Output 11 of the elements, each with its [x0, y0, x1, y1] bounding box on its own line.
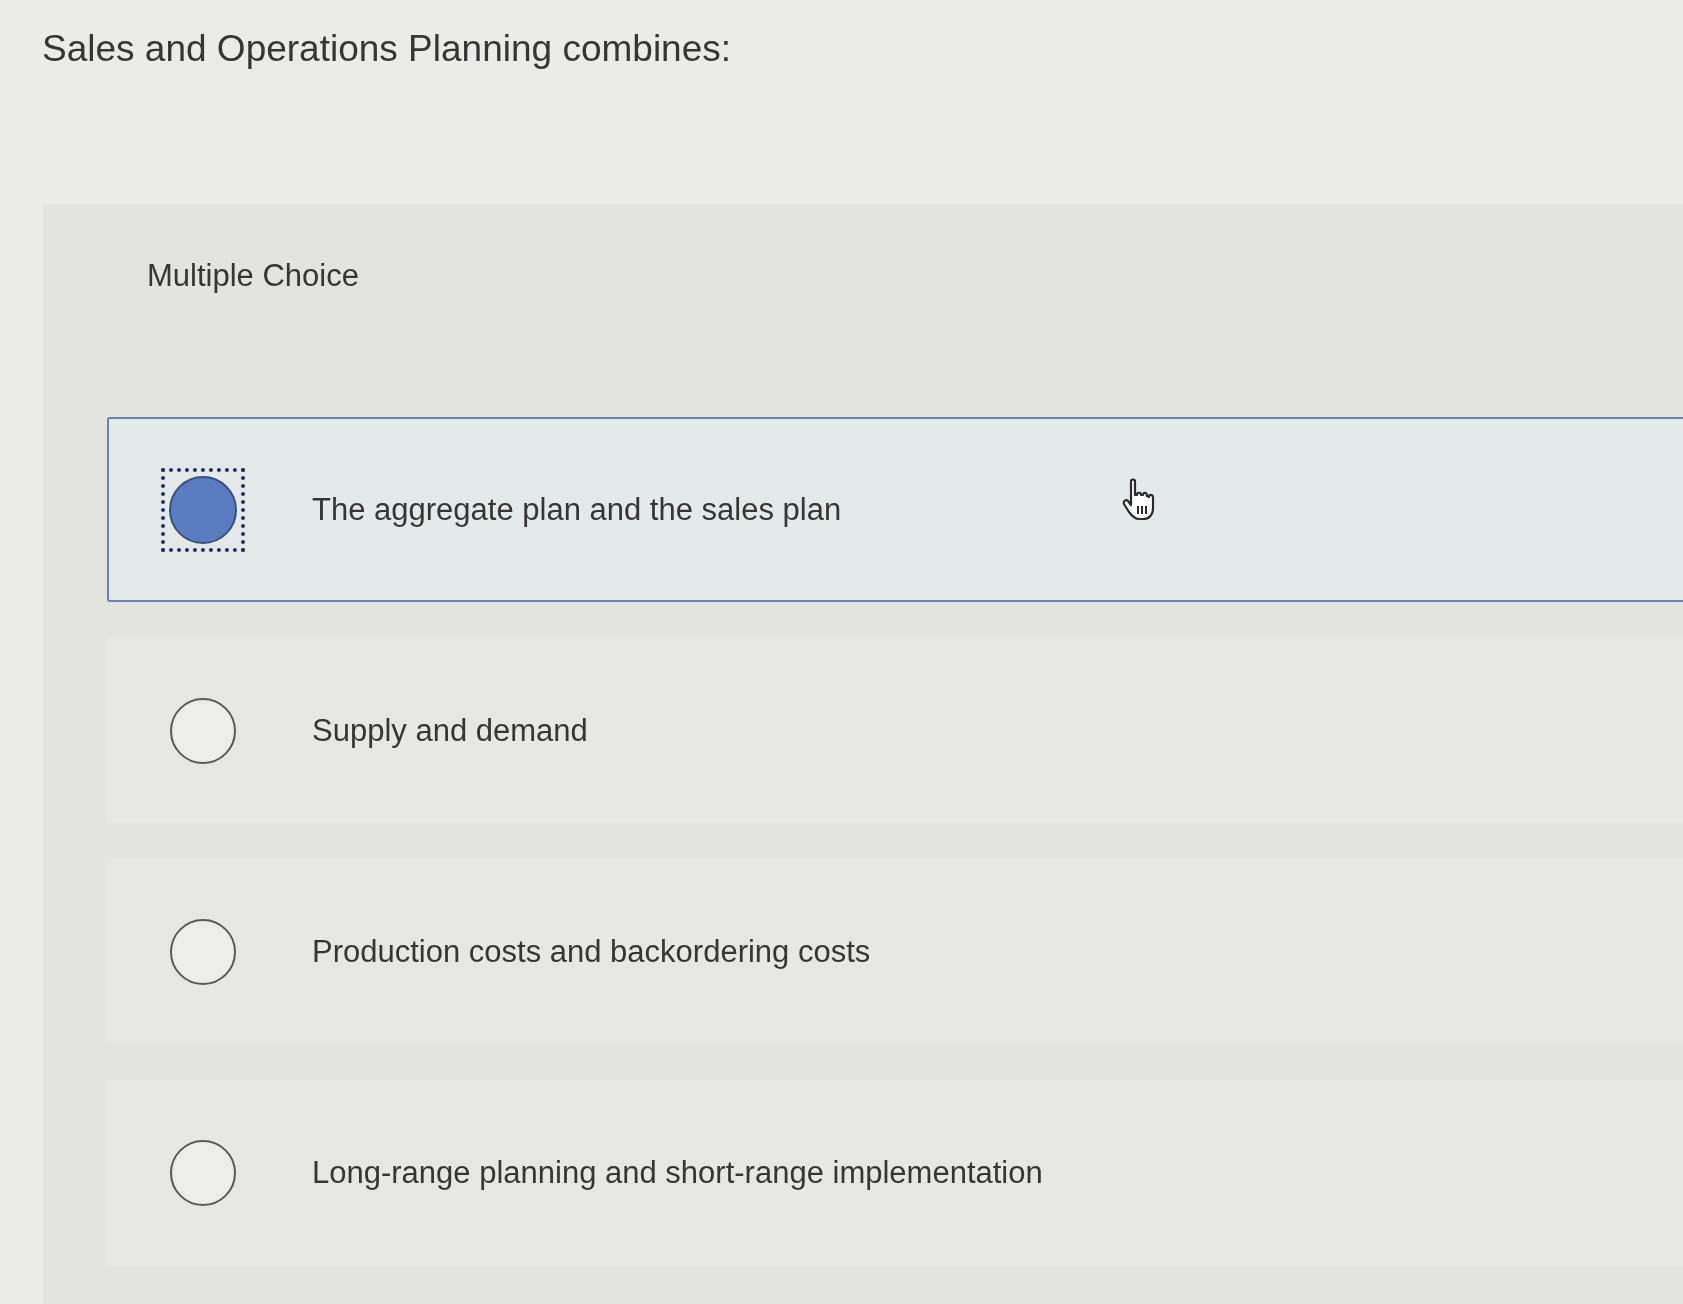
- answer-option[interactable]: Production costs and backordering costs: [107, 859, 1683, 1044]
- option-text: Supply and demand: [312, 711, 588, 750]
- option-text: The aggregate plan and the sales plan: [312, 490, 842, 529]
- option-text: Long-range planning and short-range implementation: [312, 1153, 1043, 1192]
- answer-option[interactable]: Supply and demand: [107, 638, 1683, 823]
- answer-option[interactable]: The aggregate plan and the sales plan: [107, 417, 1683, 602]
- question-text: Sales and Operations Planning combines:: [42, 27, 732, 71]
- answer-option[interactable]: Long-range planning and short-range implementation: [107, 1080, 1683, 1265]
- radio-button[interactable]: [161, 467, 245, 552]
- question-type-label: Multiple Choice: [147, 257, 359, 295]
- option-text: Production costs and backordering costs: [312, 932, 871, 971]
